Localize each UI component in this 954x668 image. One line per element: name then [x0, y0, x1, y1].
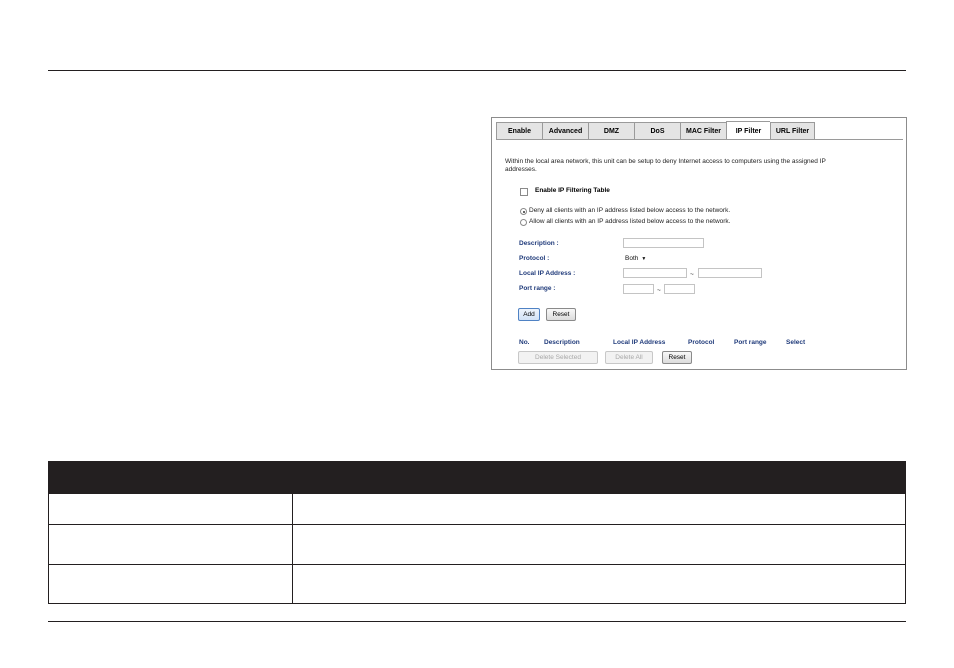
col-header-description: Description	[544, 339, 580, 346]
radio-allow[interactable]	[520, 219, 527, 226]
col-header-select: Select	[786, 339, 806, 346]
col-header-local-ip: Local IP Address	[613, 339, 666, 346]
bottom-rule	[48, 621, 906, 622]
ip-range-separator: ~	[690, 271, 694, 278]
table-cell	[48, 494, 293, 524]
table-row	[48, 565, 906, 604]
enable-ip-filter-checkbox[interactable]	[520, 188, 528, 196]
protocol-label: Protocol :	[519, 255, 550, 262]
description-input[interactable]	[623, 238, 704, 248]
radio-deny[interactable]	[520, 208, 527, 215]
table-row	[48, 525, 906, 565]
chevron-down-icon: ▼	[641, 255, 647, 262]
tab-underline	[496, 139, 903, 140]
table-cell	[48, 565, 293, 603]
reset-form-button[interactable]: Reset	[546, 308, 576, 321]
col-header-port-range: Port range	[734, 339, 767, 346]
delete-selected-button[interactable]: Delete Selected	[518, 351, 598, 364]
local-ip-end-input[interactable]	[698, 268, 762, 278]
description-table	[48, 461, 906, 604]
tab-bar: Enable Advanced DMZ DoS MAC Filter IP Fi…	[496, 121, 815, 140]
tab-advanced[interactable]: Advanced	[542, 122, 588, 140]
enable-ip-filter-label: Enable IP Filtering Table	[535, 187, 610, 194]
tab-dmz[interactable]: DMZ	[588, 122, 634, 140]
intro-text-line1: Within the local area network, this unit…	[505, 158, 826, 165]
col-header-no: No.	[519, 339, 530, 346]
port-range-label: Port range :	[519, 285, 556, 292]
table-cell	[293, 494, 906, 524]
radio-allow-label: Allow all clients with an IP address lis…	[529, 218, 731, 225]
table-cell	[293, 525, 906, 564]
local-ip-label: Local IP Address :	[519, 270, 576, 277]
table-header	[48, 461, 906, 494]
table-cell	[48, 525, 293, 564]
col-header-protocol: Protocol	[688, 339, 715, 346]
local-ip-start-input[interactable]	[623, 268, 687, 278]
reset-table-button[interactable]: Reset	[662, 351, 692, 364]
radio-deny-label: Deny all clients with an IP address list…	[529, 207, 731, 214]
tab-enable[interactable]: Enable	[496, 122, 542, 140]
add-button[interactable]: Add	[518, 308, 540, 321]
port-start-input[interactable]	[623, 284, 654, 294]
top-rule	[48, 70, 906, 71]
intro-text-line2: addresses.	[505, 166, 537, 173]
port-end-input[interactable]	[664, 284, 695, 294]
tab-url-filter[interactable]: URL Filter	[770, 122, 815, 140]
protocol-select-value: Both	[625, 255, 639, 262]
tab-dos[interactable]: DoS	[634, 122, 680, 140]
router-settings-panel: Enable Advanced DMZ DoS MAC Filter IP Fi…	[491, 117, 907, 370]
description-label: Description :	[519, 240, 559, 247]
delete-all-button[interactable]: Delete All	[605, 351, 653, 364]
tab-ip-filter[interactable]: IP Filter	[726, 121, 770, 140]
port-range-separator: ~	[657, 287, 661, 294]
table-row	[48, 494, 906, 525]
protocol-select[interactable]: Both ▼	[623, 253, 646, 264]
tab-mac-filter[interactable]: MAC Filter	[680, 122, 726, 140]
table-cell	[293, 565, 906, 603]
